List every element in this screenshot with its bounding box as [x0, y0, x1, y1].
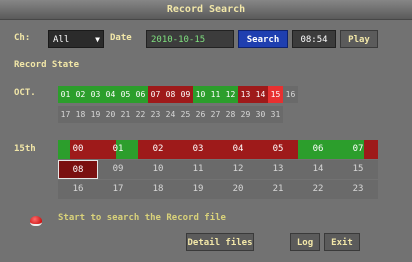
day-cell-26[interactable]: 26	[193, 106, 208, 123]
hour-cell-01[interactable]: 01	[98, 140, 138, 159]
day-cell-17[interactable]: 17	[58, 106, 73, 123]
hour-grid: 00 01 02 03 04 05 06 07 08 09 10 11 12 13 14 15 16 17 18 19…	[58, 140, 378, 199]
day-cell-10[interactable]: 10	[193, 86, 208, 103]
hour-cell-17[interactable]: 17	[98, 180, 138, 199]
day-cell-14[interactable]: 14	[253, 86, 268, 103]
record-search-window: Record Search Ch: All ▼ Date 2010-10-15 …	[0, 0, 412, 262]
exit-button[interactable]: Exit	[324, 233, 360, 251]
day-cell-31[interactable]: 31	[268, 106, 283, 123]
day-cell-01[interactable]: 01	[58, 86, 73, 103]
day-cell-13[interactable]: 13	[238, 86, 253, 103]
day-cell-25[interactable]: 25	[178, 106, 193, 123]
day-cell-07[interactable]: 07	[148, 86, 163, 103]
day-cell-30[interactable]: 30	[253, 106, 268, 123]
hour-cell-06[interactable]: 06	[298, 140, 338, 159]
day-grid-row-1: 01 02 03 04 05 06 07 08 09 10 11 12 13 14 15 16	[58, 86, 298, 103]
chevron-down-icon: ▼	[95, 35, 100, 44]
day-cell-23[interactable]: 23	[148, 106, 163, 123]
hour-cell-22[interactable]: 22	[298, 180, 338, 199]
day-cell-11[interactable]: 11	[208, 86, 223, 103]
hour-cell-00[interactable]: 00	[58, 140, 98, 159]
window-title: Record Search	[0, 0, 412, 20]
day-cell-04[interactable]: 04	[103, 86, 118, 103]
day-cell-21[interactable]: 21	[118, 106, 133, 123]
record-icon	[30, 216, 42, 226]
hour-cell-16[interactable]: 16	[58, 180, 98, 199]
hour-cell-03[interactable]: 03	[178, 140, 218, 159]
record-state-heading: Record State	[14, 60, 80, 70]
day-cell-15[interactable]: 15	[268, 86, 283, 103]
hour-cell-18[interactable]: 18	[138, 180, 178, 199]
day-cell-09[interactable]: 09	[178, 86, 193, 103]
channel-label: Ch:	[14, 33, 31, 43]
hour-cell-23[interactable]: 23	[338, 180, 378, 199]
hour-cell-10[interactable]: 10	[138, 160, 178, 179]
day-cell-03[interactable]: 03	[88, 86, 103, 103]
hour-cell-11[interactable]: 11	[178, 160, 218, 179]
hour-cell-04[interactable]: 04	[218, 140, 258, 159]
hour-cell-14[interactable]: 14	[298, 160, 338, 179]
date-field[interactable]: 2010-10-15	[146, 30, 234, 48]
day-cell-12[interactable]: 12	[223, 86, 238, 103]
day-cell-24[interactable]: 24	[163, 106, 178, 123]
day-cell-05[interactable]: 05	[118, 86, 133, 103]
hour-cell-20[interactable]: 20	[218, 180, 258, 199]
day-cell-28[interactable]: 28	[223, 106, 238, 123]
month-label: OCT.	[14, 88, 36, 98]
time-field[interactable]: 08:54	[292, 30, 336, 48]
hour-cell-02[interactable]: 02	[138, 140, 178, 159]
hour-cell-09[interactable]: 09	[98, 160, 138, 179]
detail-files-button[interactable]: Detail files	[186, 233, 254, 251]
log-button[interactable]: Log	[290, 233, 320, 251]
selected-day-label: 15th	[14, 144, 36, 154]
channel-select[interactable]: All ▼	[48, 30, 104, 48]
hour-cell-21[interactable]: 21	[258, 180, 298, 199]
day-cell-02[interactable]: 02	[73, 86, 88, 103]
hour-cell-19[interactable]: 19	[178, 180, 218, 199]
day-cell-16[interactable]: 16	[283, 86, 298, 103]
day-cell-27[interactable]: 27	[208, 106, 223, 123]
hour-cell-13[interactable]: 13	[258, 160, 298, 179]
play-button[interactable]: Play	[340, 30, 378, 48]
day-cell-20[interactable]: 20	[103, 106, 118, 123]
hour-cell-12[interactable]: 12	[218, 160, 258, 179]
day-cell-29[interactable]: 29	[238, 106, 253, 123]
day-cell-22[interactable]: 22	[133, 106, 148, 123]
day-cell-08[interactable]: 08	[163, 86, 178, 103]
status-text: Start to search the Record file	[58, 213, 226, 223]
hour-cell-07[interactable]: 07	[338, 140, 378, 159]
day-cell-06[interactable]: 06	[133, 86, 148, 103]
day-grid-row-2: 17 18 19 20 21 22 23 24 25 26 27 28 29 30 31	[58, 106, 283, 123]
hour-cell-08[interactable]: 08	[58, 160, 98, 179]
hour-cell-05[interactable]: 05	[258, 140, 298, 159]
search-button[interactable]: Search	[238, 30, 288, 48]
channel-value: All	[53, 35, 70, 45]
day-cell-18[interactable]: 18	[73, 106, 88, 123]
day-cell-19[interactable]: 19	[88, 106, 103, 123]
hour-cell-15[interactable]: 15	[338, 160, 378, 179]
date-label: Date	[110, 33, 132, 43]
